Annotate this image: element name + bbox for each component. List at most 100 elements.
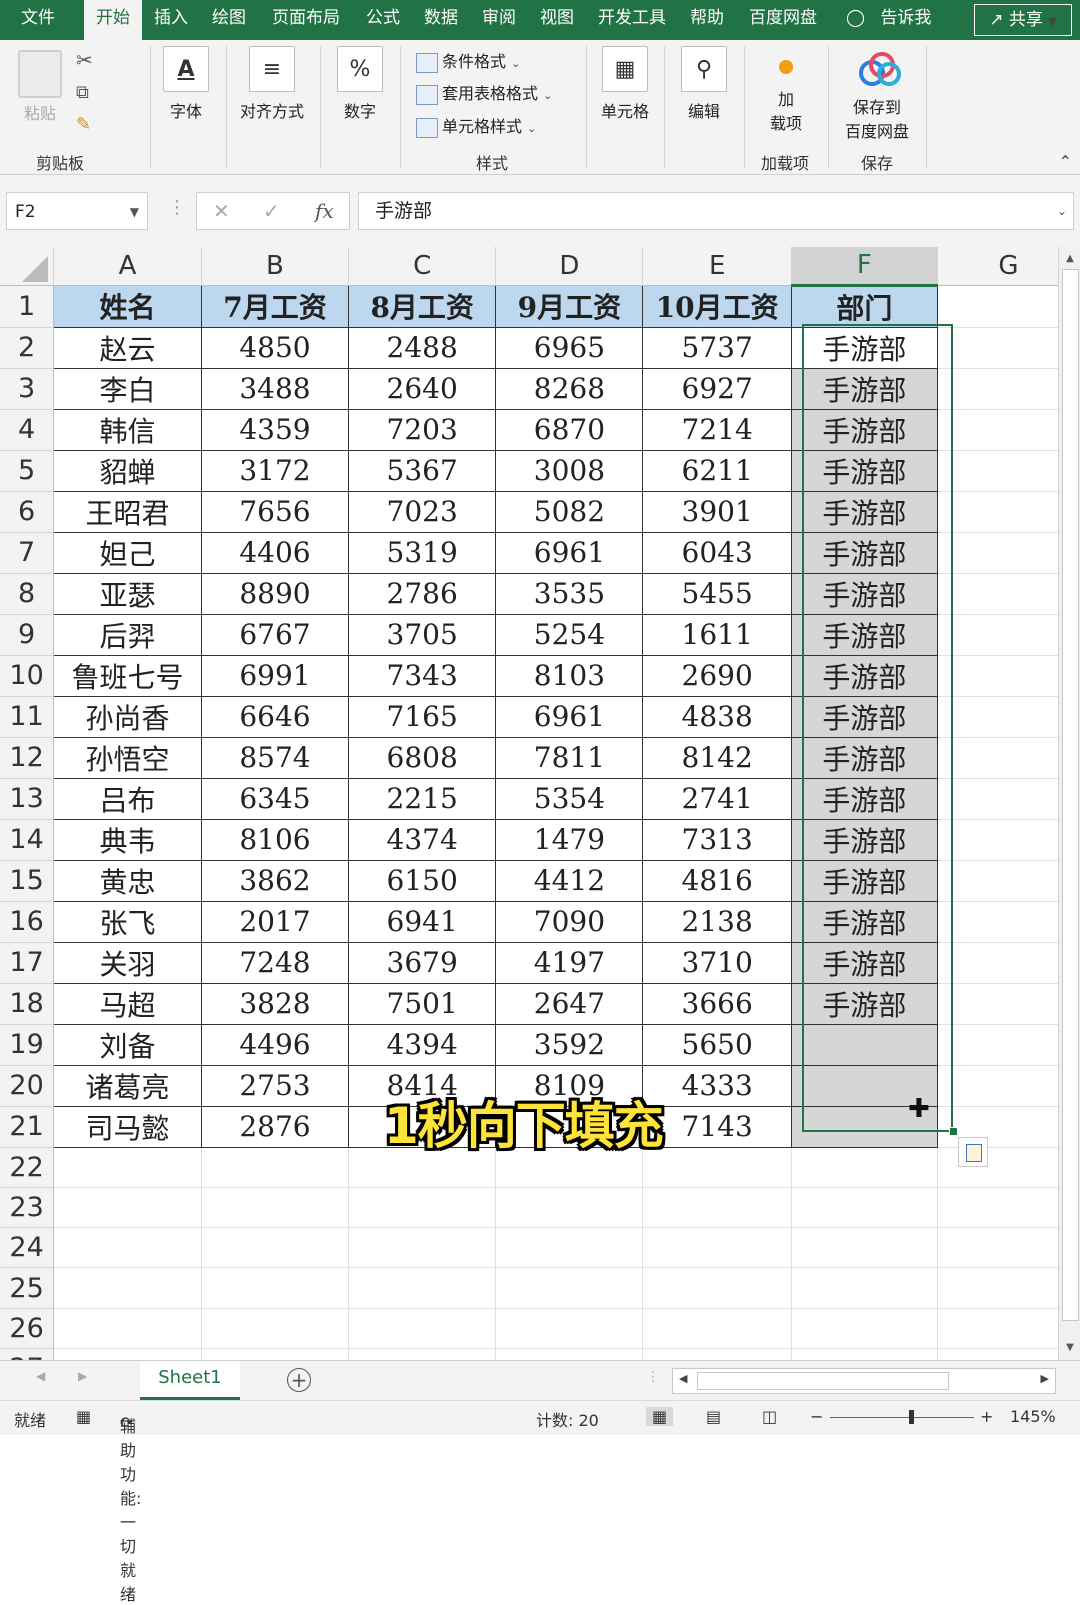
- cell-b22[interactable]: [201, 1147, 350, 1188]
- cell-c7[interactable]: 5319: [348, 531, 497, 574]
- cell-b6[interactable]: 7656: [200, 490, 350, 533]
- row-header[interactable]: 17: [0, 942, 55, 984]
- cell-a25[interactable]: [53, 1267, 202, 1309]
- sheet-tab-sheet1[interactable]: Sheet1: [140, 1361, 240, 1400]
- cell-f24[interactable]: [791, 1227, 938, 1269]
- sheet-prev-icon[interactable]: ◀: [36, 1369, 45, 1383]
- zoom-slider-track[interactable]: [830, 1417, 974, 1418]
- cell-d25[interactable]: [495, 1267, 644, 1309]
- cell-f15[interactable]: 手游部: [790, 859, 938, 902]
- formula-input[interactable]: 手游部 ⌄: [358, 192, 1074, 230]
- cell-b15[interactable]: 3862: [200, 859, 350, 902]
- cell-f12[interactable]: 手游部: [790, 736, 938, 779]
- cell-b3[interactable]: 3488: [200, 367, 350, 410]
- cell-c24[interactable]: [348, 1227, 497, 1269]
- cell-f11[interactable]: 手游部: [790, 695, 938, 738]
- column-header-f[interactable]: F: [791, 247, 938, 287]
- horizontal-scroll-thumb[interactable]: [697, 1372, 949, 1390]
- row-header[interactable]: 6: [0, 491, 55, 533]
- font-button[interactable]: A 字体: [162, 46, 210, 122]
- table-format-button[interactable]: 套用表格格式 ⌄: [416, 80, 552, 108]
- enter-icon[interactable]: ✓: [263, 193, 280, 229]
- cell-a8[interactable]: 亚瑟: [53, 572, 202, 615]
- insert-function-icon[interactable]: fx: [315, 193, 334, 229]
- cell-e9[interactable]: 1611: [642, 613, 792, 656]
- tab-formulas[interactable]: 公式: [358, 0, 408, 40]
- cell-c17[interactable]: 3679: [348, 941, 497, 984]
- editing-button[interactable]: ⚲ 编辑: [680, 46, 728, 122]
- cell-a7[interactable]: 妲己: [53, 531, 202, 574]
- tab-help[interactable]: 帮助: [682, 0, 732, 40]
- sheet-next-icon[interactable]: ▶: [78, 1369, 87, 1383]
- row-header[interactable]: 13: [0, 778, 55, 820]
- cell-c19[interactable]: 4394: [348, 1023, 497, 1066]
- cell-d1[interactable]: 9月工资: [495, 284, 644, 328]
- cell-f16[interactable]: 手游部: [790, 900, 938, 943]
- cell-c13[interactable]: 2215: [348, 777, 497, 820]
- cell-b16[interactable]: 2017: [200, 900, 350, 943]
- cell-d6[interactable]: 5082: [495, 490, 644, 533]
- cell-f14[interactable]: 手游部: [790, 818, 938, 861]
- cell-d18[interactable]: 2647: [495, 982, 644, 1025]
- tab-developer[interactable]: 开发工具: [590, 0, 674, 40]
- cell-a3[interactable]: 李白: [53, 367, 202, 410]
- cell-c26[interactable]: [348, 1308, 497, 1349]
- row-header[interactable]: 5: [0, 450, 55, 492]
- row-header[interactable]: 9: [0, 614, 55, 656]
- cell-d8[interactable]: 3535: [495, 572, 644, 615]
- copy-icon[interactable]: ⧉: [76, 82, 89, 103]
- scroll-thumb[interactable]: [1062, 269, 1079, 1321]
- row-header[interactable]: 1: [0, 285, 55, 328]
- cell-b14[interactable]: 8106: [200, 818, 350, 861]
- cell-b9[interactable]: 6767: [200, 613, 350, 656]
- column-header-e[interactable]: E: [642, 247, 792, 286]
- cell-a19[interactable]: 刘备: [53, 1023, 202, 1066]
- scroll-right-icon[interactable]: ▶: [1041, 1372, 1049, 1385]
- cells-button[interactable]: ▦ 单元格: [596, 46, 654, 122]
- cell-c18[interactable]: 7501: [348, 982, 497, 1025]
- row-header[interactable]: 21: [0, 1106, 55, 1148]
- cell-d2[interactable]: 6965: [495, 326, 644, 369]
- zoom-slider-thumb[interactable]: [909, 1410, 914, 1424]
- cell-f19[interactable]: [790, 1023, 938, 1066]
- scroll-left-icon[interactable]: ◀: [679, 1372, 687, 1385]
- add-sheet-icon[interactable]: +: [287, 1368, 311, 1392]
- cell-b18[interactable]: 3828: [200, 982, 350, 1025]
- worksheet-grid[interactable]: A B C D E F G 1 姓名 7月工资 8月工资 9月工资 10月工资 部门 2 赵云 4…: [0, 247, 1080, 1360]
- cell-f9[interactable]: 手游部: [790, 613, 938, 656]
- cell-e26[interactable]: [642, 1308, 792, 1349]
- cell-e21[interactable]: 7143: [642, 1105, 792, 1148]
- page-layout-view-icon[interactable]: ▤: [706, 1407, 721, 1426]
- cancel-icon[interactable]: ✕: [213, 193, 230, 229]
- cell-b7[interactable]: 4406: [200, 531, 350, 574]
- cell-d3[interactable]: 8268: [495, 367, 644, 410]
- cell-c15[interactable]: 6150: [348, 859, 497, 902]
- cell-e18[interactable]: 3666: [642, 982, 792, 1025]
- row-header[interactable]: 18: [0, 983, 55, 1025]
- format-painter-icon[interactable]: ✎: [76, 114, 91, 135]
- row-header[interactable]: 27: [0, 1348, 55, 1360]
- cell-d7[interactable]: 6961: [495, 531, 644, 574]
- tell-me-box[interactable]: ◯ 告诉我: [846, 0, 931, 40]
- chevron-down-icon[interactable]: ⌄: [1057, 193, 1067, 229]
- cell-c6[interactable]: 7023: [348, 490, 497, 533]
- cell-d10[interactable]: 8103: [495, 654, 644, 697]
- cell-a16[interactable]: 张飞: [53, 900, 202, 943]
- cell-c27[interactable]: [348, 1348, 497, 1360]
- row-header[interactable]: 11: [0, 696, 55, 738]
- cell-c12[interactable]: 6808: [348, 736, 497, 779]
- cell-c11[interactable]: 7165: [348, 695, 497, 738]
- conditional-format-button[interactable]: 条件格式 ⌄: [416, 48, 520, 76]
- addins-button[interactable]: 加 载项: [760, 54, 812, 134]
- cell-b13[interactable]: 6345: [200, 777, 350, 820]
- quick-analysis-icon[interactable]: [958, 1137, 988, 1167]
- cell-e11[interactable]: 4838: [642, 695, 792, 738]
- fill-handle[interactable]: [949, 1127, 958, 1136]
- cell-d4[interactable]: 6870: [495, 408, 644, 451]
- cell-a23[interactable]: [53, 1187, 202, 1229]
- row-header[interactable]: 19: [0, 1024, 55, 1066]
- row-header[interactable]: 23: [0, 1187, 55, 1229]
- cell-c16[interactable]: 6941: [348, 900, 497, 943]
- cell-a1[interactable]: 姓名: [53, 284, 202, 328]
- row-header[interactable]: 14: [0, 819, 55, 861]
